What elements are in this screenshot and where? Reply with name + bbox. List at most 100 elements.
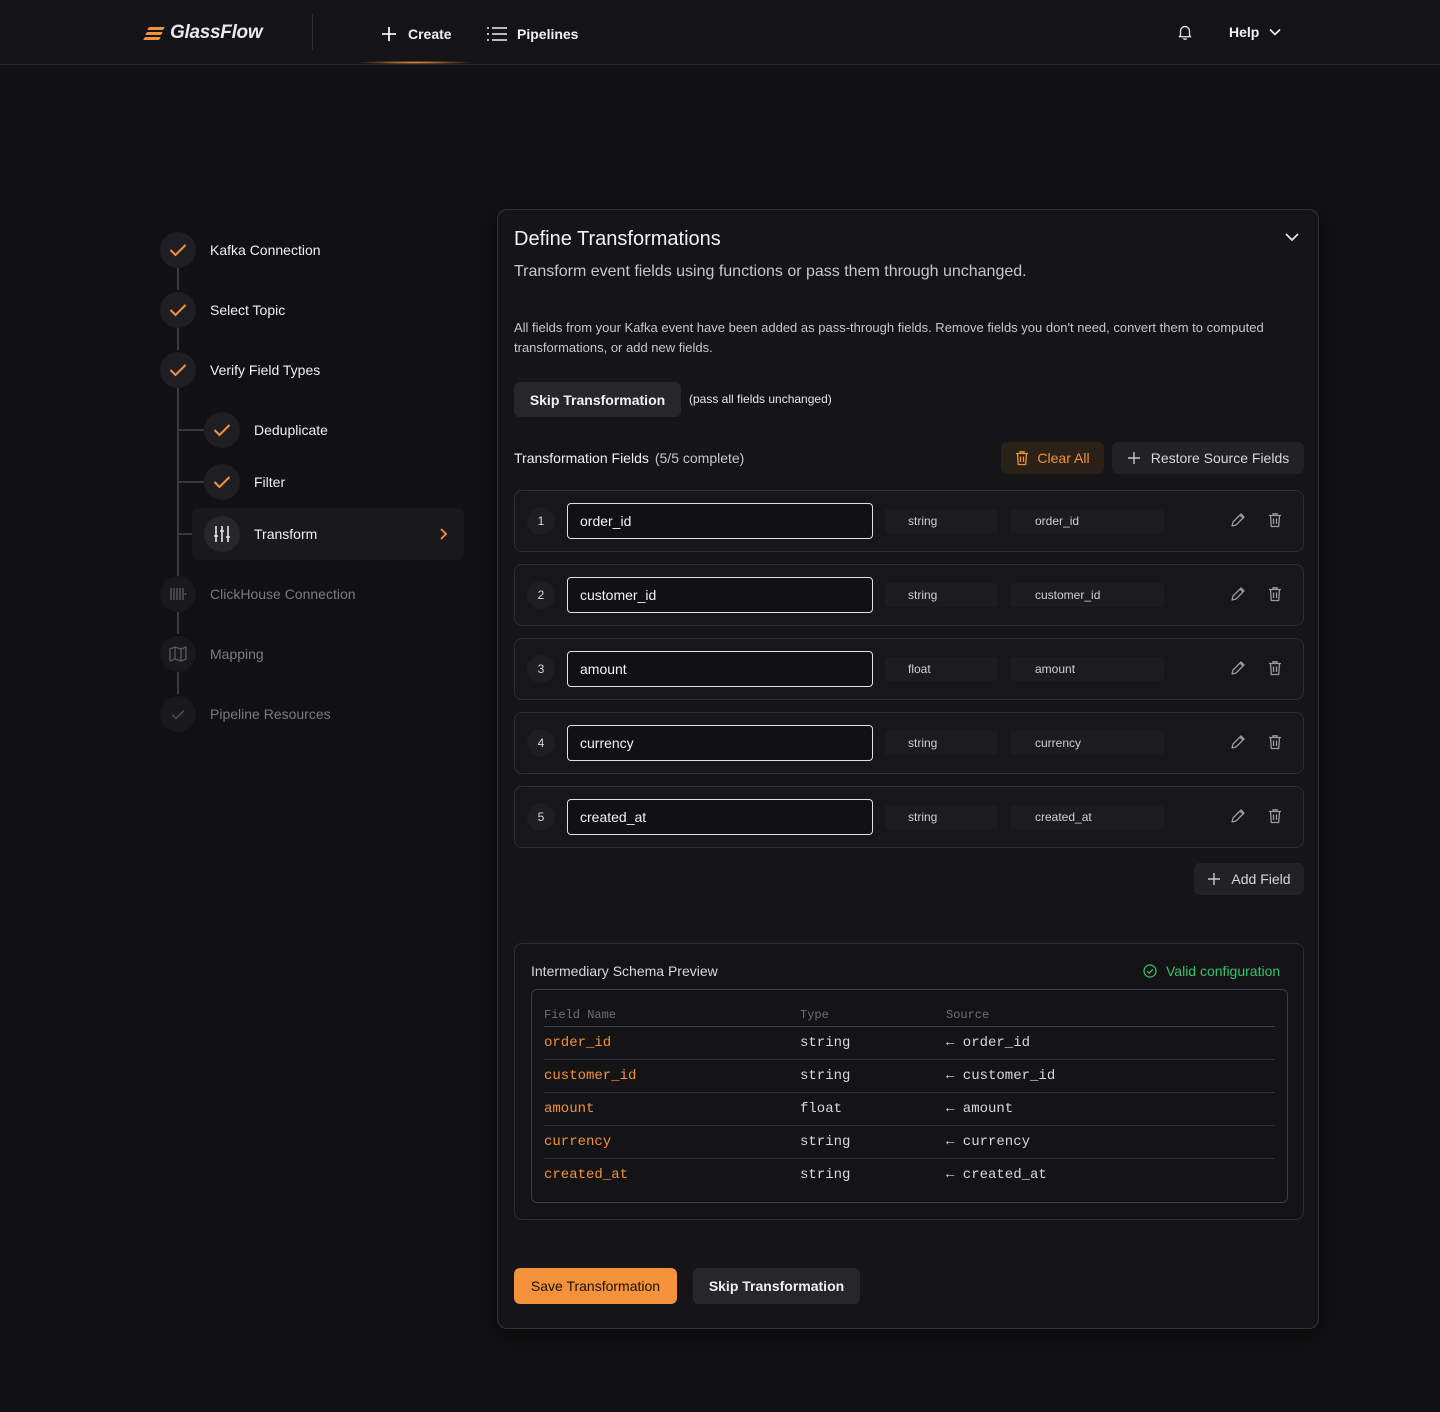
- step-label: Filter: [254, 474, 286, 490]
- skip-transformation-button[interactable]: Skip Transformation: [514, 382, 681, 417]
- field-type[interactable]: string: [885, 805, 998, 829]
- pencil-icon[interactable]: [1230, 586, 1246, 602]
- step-connector: [177, 610, 179, 634]
- check-icon: [204, 412, 240, 448]
- transformation-field-row: 5 string created_at: [514, 786, 1304, 848]
- plus-icon: [1208, 873, 1221, 885]
- nav-pipelines-label: Pipelines: [517, 26, 579, 42]
- field-name-input[interactable]: [567, 799, 873, 835]
- add-field-button[interactable]: Add Field: [1194, 863, 1304, 895]
- table-row: amount float ← amount: [544, 1092, 1275, 1126]
- clear-all-label: Clear All: [1037, 450, 1090, 466]
- step-connector: [177, 266, 179, 290]
- cell-field-name: customer_id: [544, 1059, 800, 1093]
- transformation-field-row: 2 string customer_id: [514, 564, 1304, 626]
- cell-field-name: order_id: [544, 1026, 800, 1060]
- step-connector: [178, 429, 204, 431]
- schema-preview-table: Field Name Type Source order_id string ←…: [531, 989, 1288, 1203]
- restore-source-fields-button[interactable]: Restore Source Fields: [1112, 442, 1304, 474]
- field-name-input[interactable]: [567, 651, 873, 687]
- check-icon: [160, 232, 196, 268]
- table-row: customer_id string ← customer_id: [544, 1059, 1275, 1093]
- field-name-input[interactable]: [567, 577, 873, 613]
- step-transform[interactable]: Transform: [204, 516, 317, 552]
- field-source[interactable]: order_id: [1010, 509, 1164, 533]
- clear-all-button[interactable]: Clear All: [1001, 442, 1104, 474]
- glassflow-logo[interactable]: GlassFlow: [143, 20, 263, 46]
- cell-source: ← customer_id: [946, 1059, 1275, 1093]
- cell-field-name: currency: [544, 1125, 800, 1159]
- step-label: Transform: [254, 526, 318, 542]
- pencil-icon[interactable]: [1230, 660, 1246, 676]
- card-info-text: All fields from your Kafka event have be…: [514, 320, 1264, 355]
- cell-source: ← currency: [946, 1125, 1275, 1159]
- add-field-label: Add Field: [1231, 871, 1291, 887]
- field-source[interactable]: amount: [1010, 657, 1164, 681]
- trash-icon[interactable]: [1268, 512, 1282, 528]
- table-row: currency string ← currency: [544, 1125, 1275, 1159]
- check-icon: [160, 696, 196, 732]
- card-subtitle: Transform event fields using functions o…: [514, 263, 1027, 280]
- logo-mark-icon: [143, 26, 166, 40]
- step-filter[interactable]: Filter: [204, 464, 285, 500]
- step-select-topic[interactable]: Select Topic: [160, 292, 285, 328]
- cell-field-name: created_at: [544, 1166, 629, 1183]
- trash-icon[interactable]: [1268, 734, 1282, 750]
- field-source[interactable]: customer_id: [1010, 583, 1164, 607]
- trash-icon[interactable]: [1268, 808, 1282, 824]
- transformation-field-row: 3 float amount: [514, 638, 1304, 700]
- step-label: Kafka Connection: [210, 242, 321, 258]
- step-mapping[interactable]: Mapping: [160, 636, 264, 672]
- field-name-input[interactable]: [567, 725, 873, 761]
- table-row: created_at string ← created_at: [544, 1158, 1275, 1191]
- cell-field-name: amount: [544, 1092, 800, 1126]
- field-source[interactable]: created_at: [1010, 805, 1164, 829]
- step-deduplicate[interactable]: Deduplicate: [204, 412, 328, 448]
- step-kafka-connection[interactable]: Kafka Connection: [160, 232, 321, 268]
- list-icon: [487, 27, 507, 41]
- field-source[interactable]: currency: [1010, 731, 1164, 755]
- schema-preview-panel: Intermediary Schema Preview Valid config…: [514, 943, 1304, 1220]
- nav-create[interactable]: Create: [380, 22, 452, 46]
- step-label: Pipeline Resources: [210, 706, 331, 722]
- step-verify-field-types[interactable]: Verify Field Types: [160, 352, 320, 388]
- header-divider: [312, 14, 313, 50]
- pencil-icon[interactable]: [1230, 734, 1246, 750]
- trash-icon[interactable]: [1268, 660, 1282, 676]
- plus-icon: [1127, 452, 1140, 464]
- chevron-right-icon: [440, 528, 448, 540]
- cell-source: ← amount: [946, 1092, 1275, 1126]
- transformation-fields-label: Transformation Fields (5/5 complete): [514, 450, 744, 466]
- trash-icon: [1016, 451, 1029, 466]
- pencil-icon[interactable]: [1230, 808, 1246, 824]
- chevron-down-icon[interactable]: [1284, 232, 1300, 242]
- help-label: Help: [1229, 24, 1260, 40]
- field-type[interactable]: string: [885, 731, 998, 755]
- map-icon: [160, 636, 196, 672]
- field-type[interactable]: string: [885, 509, 998, 533]
- logo-text: GlassFlow: [170, 22, 263, 43]
- cell-type: float: [800, 1092, 946, 1126]
- step-pipeline-resources[interactable]: Pipeline Resources: [160, 696, 331, 732]
- valid-status-label: Valid configuration: [1166, 963, 1281, 979]
- active-nav-indicator: [360, 61, 470, 64]
- step-clickhouse-connection[interactable]: ClickHouse Connection: [160, 576, 356, 612]
- cell-source: ← created_at: [946, 1166, 1047, 1183]
- nav-pipelines[interactable]: Pipelines: [487, 22, 578, 46]
- field-name-input[interactable]: [567, 503, 873, 539]
- trash-icon[interactable]: [1268, 586, 1282, 602]
- pencil-icon[interactable]: [1230, 512, 1246, 528]
- field-number: 2: [527, 581, 555, 609]
- field-type[interactable]: float: [885, 657, 998, 681]
- check-icon: [204, 464, 240, 500]
- restore-label: Restore Source Fields: [1150, 450, 1290, 466]
- skip-transformation-bottom-button[interactable]: Skip Transformation: [693, 1268, 860, 1304]
- field-type[interactable]: string: [885, 583, 998, 607]
- step-label: Select Topic: [210, 302, 286, 318]
- field-number: 1: [527, 507, 555, 535]
- step-connector: [177, 670, 179, 694]
- save-transformation-button[interactable]: Save Transformation: [514, 1268, 677, 1304]
- help-menu[interactable]: Help: [1229, 22, 1281, 42]
- cell-type: string: [800, 1026, 946, 1060]
- bell-icon[interactable]: [1176, 23, 1194, 41]
